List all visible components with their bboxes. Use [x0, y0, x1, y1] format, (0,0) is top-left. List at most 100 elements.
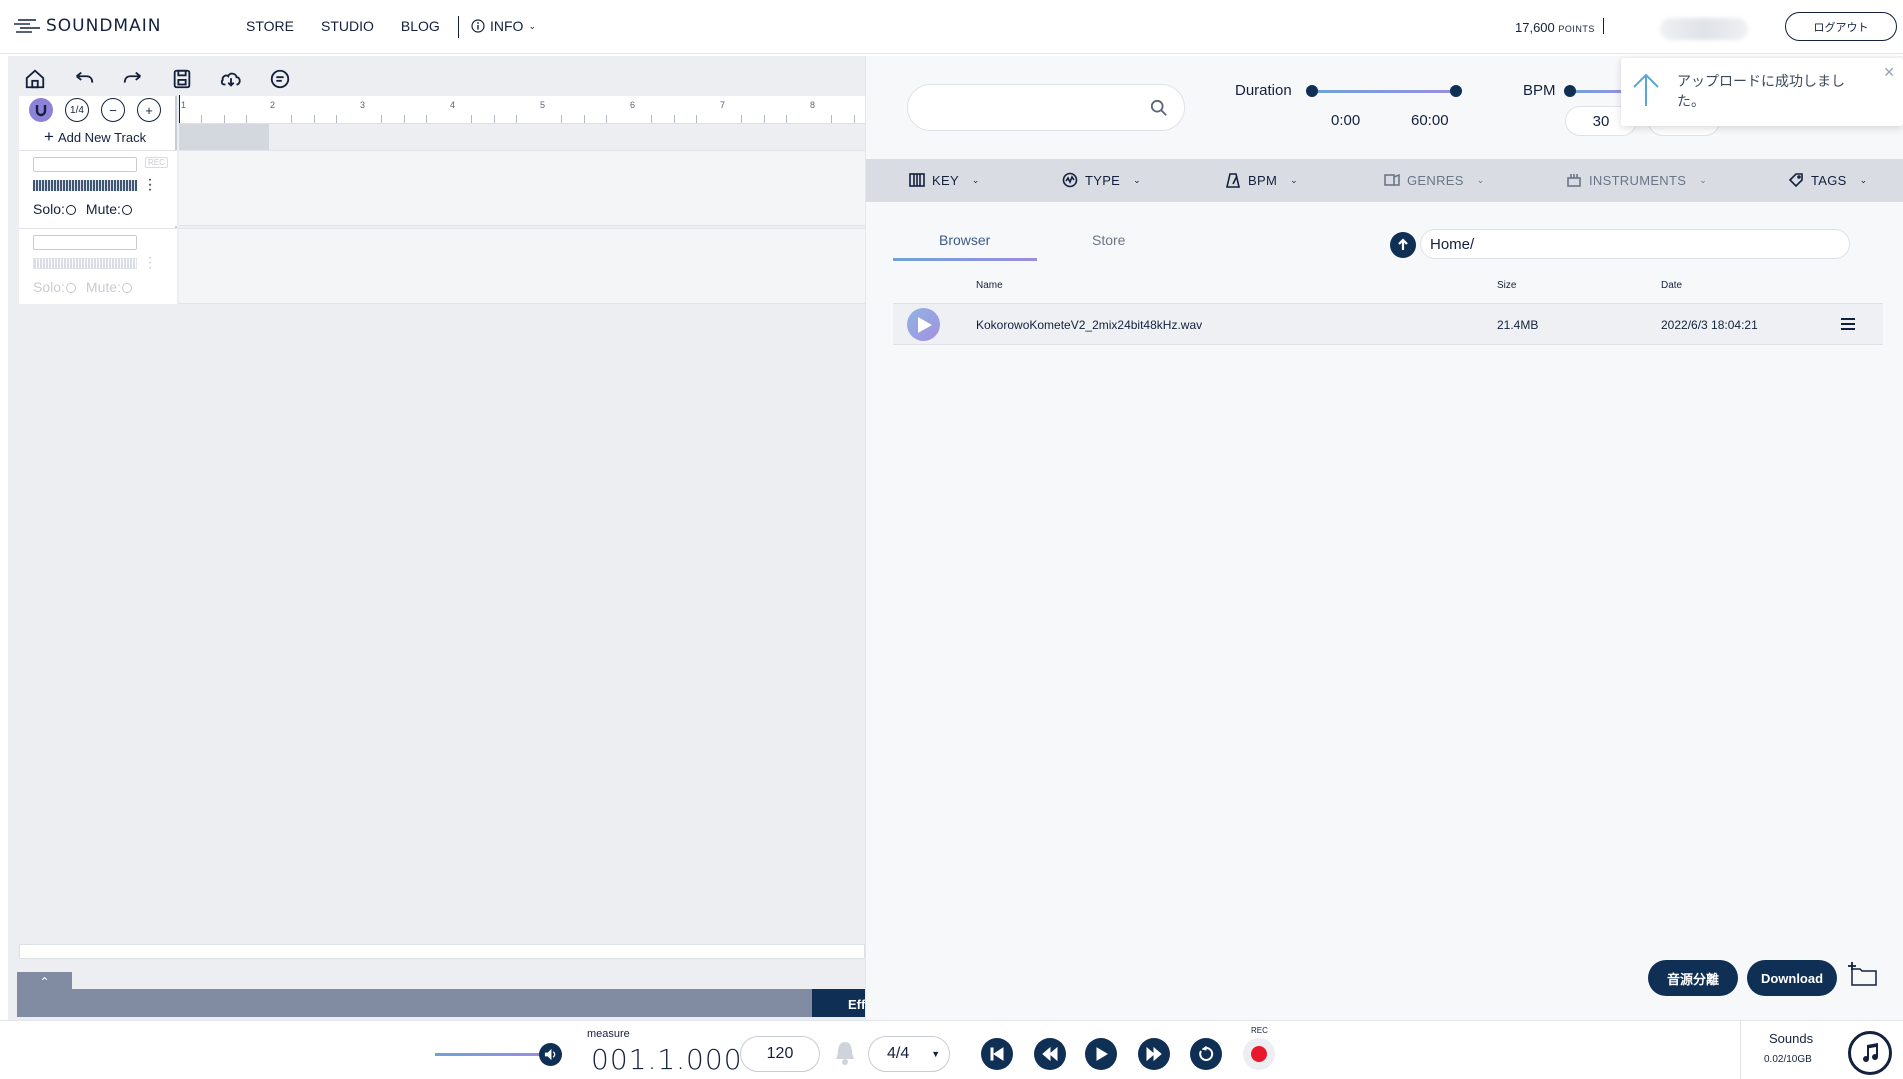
time-signature-select[interactable]: 4/4 ▼ — [868, 1036, 950, 1072]
horizontal-scrollbar[interactable] — [19, 944, 865, 959]
duration-max-handle[interactable] — [1450, 85, 1462, 97]
add-new-track-button[interactable]: + Add New Track — [44, 127, 146, 147]
info-menu[interactable]: INFO ⌄ — [471, 18, 536, 34]
magnet-snap-button[interactable] — [29, 98, 53, 122]
volume-button[interactable] — [539, 1043, 562, 1066]
mute-toggle[interactable] — [121, 205, 132, 215]
track-lane-2[interactable] — [179, 228, 865, 304]
home-button[interactable] — [20, 64, 50, 94]
info-label: INFO — [490, 18, 524, 34]
transport-bar — [0, 1020, 1903, 1079]
tempo-input[interactable]: 120 — [740, 1036, 820, 1072]
undo-button[interactable] — [69, 64, 99, 94]
cloud-download-button[interactable] — [216, 64, 246, 94]
magnet-icon — [35, 105, 47, 117]
filter-tags[interactable]: TAGS ⌄ — [1788, 172, 1867, 188]
ruler-subtick — [471, 115, 472, 123]
preview-play-button[interactable] — [907, 308, 940, 341]
rewind-button[interactable] — [1034, 1038, 1066, 1070]
parent-folder-button[interactable] — [1390, 232, 1416, 258]
ruler-subtick — [314, 115, 315, 123]
filter-bpm[interactable]: BPM ⌄ — [1225, 172, 1298, 188]
filter-key[interactable]: KEY ⌄ — [909, 172, 980, 188]
snap-grid-button[interactable]: 1/4 — [65, 98, 89, 122]
loop-region[interactable] — [179, 124, 269, 150]
volume-slider[interactable] — [435, 1053, 545, 1056]
kebab-menu-icon[interactable]: · · · — [147, 250, 153, 276]
ruler-tick: 1 — [181, 100, 187, 110]
playhead[interactable] — [179, 95, 180, 123]
user-name-blurred[interactable] — [1660, 18, 1748, 40]
arrow-up-icon — [1398, 238, 1408, 250]
filter-bar: KEY ⌄ TYPE ⌄ BPM ⌄ GENRES ⌄ INSTRUMENTS ⌄ TAG… — [866, 159, 1903, 202]
redo-button[interactable] — [118, 64, 148, 94]
chevron-down-icon: ⌄ — [1699, 174, 1708, 185]
solo-label: Solo: — [33, 279, 65, 295]
tab-browser[interactable]: Browser — [939, 232, 990, 248]
add-track-label: Add New Track — [57, 129, 147, 145]
track-name-input[interactable] — [33, 235, 137, 250]
tab-store[interactable]: Store — [1092, 232, 1125, 248]
save-icon — [173, 69, 191, 89]
record-dot-icon — [1251, 1046, 1267, 1062]
logout-button[interactable]: ログアウト — [1785, 12, 1897, 41]
filter-genres[interactable]: GENRES ⌄ — [1384, 172, 1485, 188]
filter-type[interactable]: TYPE ⌄ — [1062, 172, 1141, 188]
soundmain-logo[interactable]: SOUNDMAIN — [14, 16, 161, 36]
ruler-subtick — [201, 115, 202, 123]
nav-studio[interactable]: STUDIO — [321, 18, 374, 34]
measure-position[interactable]: 001.1.000 — [591, 1043, 743, 1076]
source-separation-button[interactable]: 音源分離 — [1648, 960, 1738, 996]
solo-toggle[interactable] — [65, 205, 76, 215]
download-button[interactable]: Download — [1747, 960, 1837, 996]
hamburger-menu-icon[interactable] — [1841, 318, 1855, 330]
zoom-in-button[interactable]: + — [137, 98, 161, 122]
timeline-ruler[interactable]: 1 2 3 4 5 6 7 8 — [179, 95, 865, 124]
comment-button[interactable] — [265, 64, 295, 94]
column-header-size[interactable]: Size — [1497, 280, 1516, 291]
effect-tab[interactable]: Effect — [812, 989, 865, 1017]
play-button[interactable] — [1085, 1038, 1117, 1070]
file-row[interactable]: KokorowoKometeV2_2mix24bit48kHz.wav 21.4… — [893, 303, 1883, 345]
bpm-label: BPM — [1523, 82, 1556, 99]
duration-min-handle[interactable] — [1306, 85, 1318, 97]
search-input[interactable] — [907, 84, 1185, 131]
solo-toggle[interactable] — [65, 283, 76, 293]
speaker-icon — [544, 1048, 556, 1061]
ruler-tick: 3 — [360, 100, 366, 110]
record-button[interactable] — [1243, 1038, 1275, 1070]
duration-slider-track[interactable] — [1312, 90, 1458, 93]
search-icon[interactable] — [1150, 99, 1168, 117]
new-folder-icon[interactable] — [1848, 961, 1878, 987]
ruler-tick: 5 — [540, 100, 546, 110]
ruler-subtick — [336, 115, 337, 123]
ruler-subtick — [381, 115, 382, 123]
sounds-library-button[interactable] — [1848, 1031, 1892, 1075]
track-name-input[interactable] — [33, 157, 137, 172]
save-button[interactable] — [167, 64, 197, 94]
skip-to-start-button[interactable] — [981, 1038, 1013, 1070]
kebab-menu-icon[interactable]: · · · — [147, 172, 153, 198]
track-rec-button[interactable]: REC — [145, 157, 168, 168]
nav-blog[interactable]: BLOG — [401, 18, 440, 34]
column-header-date[interactable]: Date — [1661, 280, 1682, 291]
filter-instruments[interactable]: INSTRUMENTS ⌄ — [1566, 172, 1707, 188]
mute-toggle[interactable] — [121, 283, 132, 293]
column-header-name[interactable]: Name — [976, 280, 1003, 291]
bpm-min-handle[interactable] — [1564, 85, 1576, 97]
loop-button[interactable] — [1190, 1038, 1222, 1070]
path-field[interactable]: Home/ — [1420, 229, 1850, 259]
close-icon[interactable]: ✕ — [1883, 64, 1895, 81]
metronome-bell-icon[interactable] — [834, 1040, 856, 1066]
info-icon — [471, 19, 485, 33]
fast-forward-icon — [1146, 1046, 1162, 1062]
file-size: 21.4MB — [1497, 318, 1539, 332]
ruler-tick: 8 — [810, 100, 816, 110]
filter-bpm-label: BPM — [1248, 172, 1278, 188]
track-lane-1[interactable] — [179, 150, 865, 226]
track-controls: 1/4 − + — [29, 98, 161, 122]
zoom-out-button[interactable]: − — [101, 98, 125, 122]
nav-store[interactable]: STORE — [246, 18, 294, 34]
fast-forward-button[interactable] — [1138, 1038, 1170, 1070]
snap-grid-label: 1/4 — [70, 104, 84, 116]
